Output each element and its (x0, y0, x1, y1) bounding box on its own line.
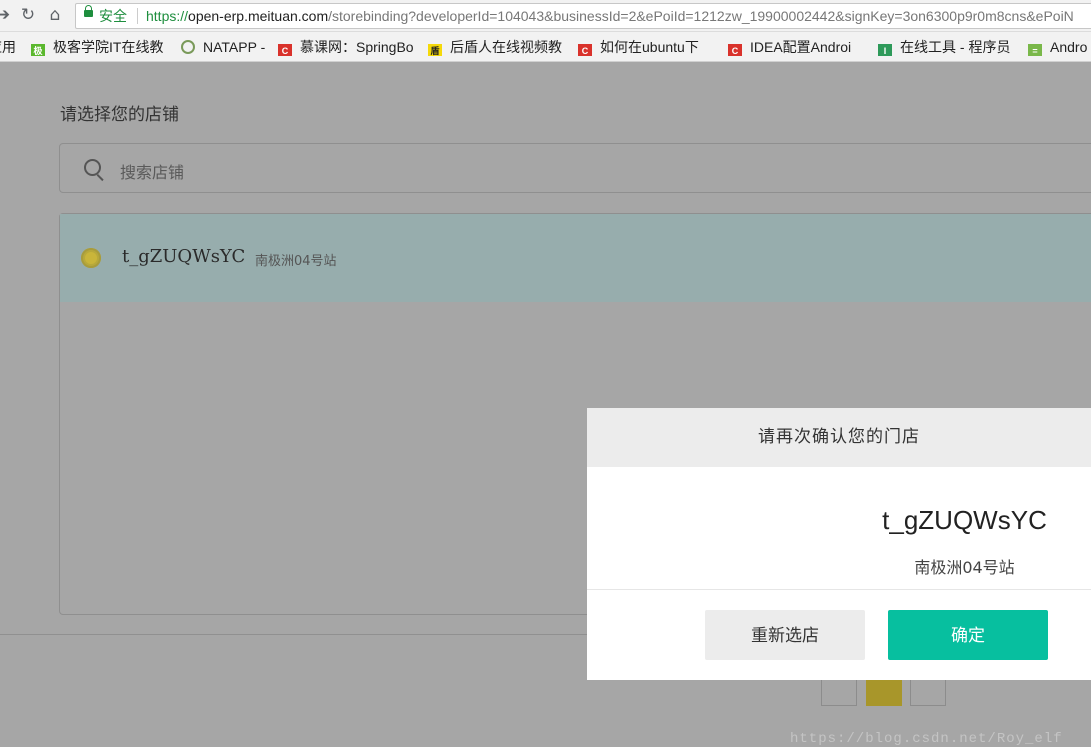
bookmark-android[interactable]: = Andro (1028, 38, 1091, 56)
android-icon: = (1028, 44, 1042, 56)
store-row[interactable]: t_gZUQWsYC 南极洲04号站 (60, 214, 1091, 302)
bookmark-tools[interactable]: I 在线工具 - 程序员 (878, 38, 1018, 56)
forward-icon[interactable]: ➔ (0, 4, 14, 26)
bookmark-label: 在线工具 - 程序员 (900, 39, 1011, 55)
secure-label: 安全 (99, 8, 127, 24)
page-title: 请选择您的店铺 (60, 105, 179, 125)
radio-selected-icon[interactable] (81, 248, 101, 268)
reload-icon[interactable]: ↻ (17, 4, 39, 26)
imooc-icon: C (278, 44, 292, 56)
bookmark-apps[interactable]: 应用 (0, 38, 22, 56)
jikexueyuan-icon: 极 (31, 44, 45, 56)
omnibox-divider (137, 8, 138, 24)
store-name: t_gZUQWsYC (122, 246, 246, 267)
bookmark-label: 慕课网：SpringBo (300, 39, 413, 55)
watermark: https://blog.csdn.net/Roy_elf (790, 731, 1063, 747)
url-path: /storebinding?developerId=104043&busines… (328, 8, 1074, 24)
csdn-icon: C (578, 44, 592, 56)
address-bar[interactable]: 安全 https://open-erp.meituan.com/storebin… (75, 3, 1091, 29)
bookmark-label: NATAPP - (203, 39, 266, 55)
dialog-store-address: 南极洲04号站 (914, 558, 1015, 577)
url-protocol: https:// (146, 8, 189, 24)
bookmark-label: 如何在ubuntu下 (600, 39, 699, 55)
bookmark-idea[interactable]: C IDEA配置Androi (728, 38, 868, 56)
bookmark-ubuntu[interactable]: C 如何在ubuntu下 (578, 38, 718, 56)
reselect-button[interactable]: 重新选店 (705, 610, 865, 660)
bookmark-imooc[interactable]: C 慕课网：SpringBo (278, 38, 418, 56)
dialog-divider (587, 589, 1091, 590)
store-search-input[interactable]: 搜索店铺 (59, 143, 1091, 193)
confirm-store-dialog: 请再次确认您的门店 t_gZUQWsYC 南极洲04号站 重新选店 确定 (587, 408, 1091, 680)
url-host: open-erp.meituan.com (188, 8, 329, 24)
bookmark-jikexueyuan[interactable]: 极极客学院IT在线教 (31, 38, 171, 56)
bookmark-natapp[interactable]: NATAPP - (181, 38, 269, 56)
houdunren-icon: 盾 (428, 44, 442, 56)
bookmark-label: 极客学院IT在线教 (53, 39, 164, 55)
confirm-button[interactable]: 确定 (888, 610, 1048, 660)
browser-toolbar: ➔ ↻ ⌂ 安全 https://open-erp.meituan.com/st… (0, 0, 1091, 32)
bookmark-label: IDEA配置Androi (750, 39, 852, 55)
bookmark-label: 后盾人在线视频教 (450, 39, 562, 55)
bookmark-label: 应用 (0, 39, 16, 55)
bookmarks-bar: 应用 极极客学院IT在线教 NATAPP - C 慕课网：SpringBo 盾后盾… (0, 32, 1091, 62)
dialog-title: 请再次确认您的门店 (587, 408, 1091, 467)
dialog-store-name: t_gZUQWsYC (882, 505, 1047, 535)
lock-icon (84, 5, 93, 17)
bookmark-houdunren[interactable]: 盾后盾人在线视频教 (428, 38, 568, 56)
home-icon[interactable]: ⌂ (44, 4, 66, 26)
csdn-icon: C (728, 44, 742, 56)
bookmark-label: Andro (1050, 39, 1088, 55)
url-text[interactable]: https://open-erp.meituan.com/storebindin… (146, 4, 1074, 28)
search-icon (84, 159, 101, 176)
search-placeholder: 搜索店铺 (120, 163, 185, 182)
natapp-icon (181, 40, 195, 54)
tool-icon: I (878, 44, 892, 56)
store-address: 南极洲04号站 (255, 254, 337, 269)
